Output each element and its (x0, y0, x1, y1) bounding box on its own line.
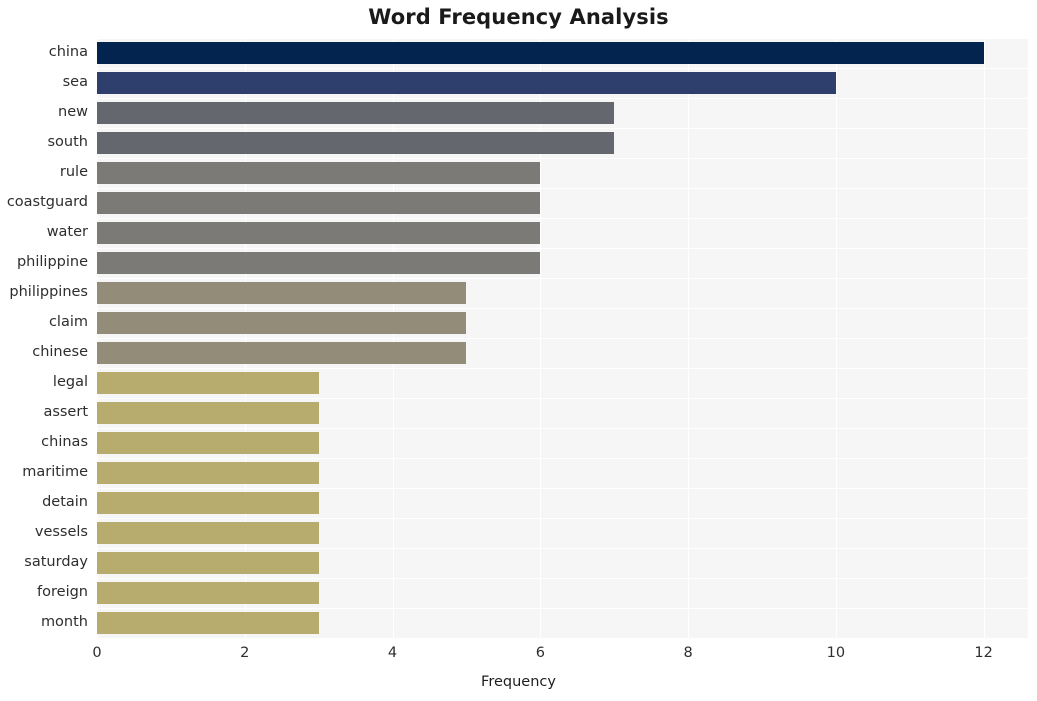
y-tick-label-maritime: maritime (22, 464, 88, 480)
y-tick-label-vessels: vessels (34, 524, 88, 540)
y-tick-label-assert: assert (43, 404, 88, 420)
y-tick-label-chinese: chinese (32, 344, 88, 360)
y-tick-label-new: new (58, 104, 88, 120)
y-tick-label-philippines: philippines (9, 284, 88, 300)
x-tick-label-8: 8 (683, 645, 693, 661)
x-tick-label-12: 12 (974, 645, 993, 661)
x-tick-label-10: 10 (826, 645, 846, 661)
y-tick-label-month: month (40, 614, 88, 630)
y-axis-tick-labels: china sea new south rule coastguard water phili… (0, 38, 1037, 638)
word-frequency-chart-figure: Word Frequency Analysis china sea new south… (0, 0, 1037, 701)
y-tick-label-chinas: chinas (41, 434, 88, 450)
chart-title: Word Frequency Analysis (368, 5, 669, 29)
y-tick-label-coastguard: coastguard (6, 194, 88, 210)
x-tick-label-4: 4 (387, 645, 398, 661)
x-axis-label: Frequency (481, 674, 556, 690)
x-axis-tick-labels: 0 2 4 6 8 10 12 (0, 645, 1037, 667)
y-tick-label-saturday: saturday (24, 554, 88, 570)
y-tick-label-claim: claim (48, 314, 88, 330)
y-tick-label-south: south (47, 134, 89, 150)
y-tick-label-detain: detain (42, 494, 88, 510)
y-tick-label-foreign: foreign (37, 584, 88, 600)
x-tick-label-2: 2 (240, 645, 250, 661)
y-tick-label-china: china (48, 44, 88, 60)
y-tick-label-sea: sea (62, 74, 88, 90)
y-tick-label-legal: legal (52, 374, 88, 390)
y-tick-label-philippine: philippine (16, 254, 88, 270)
y-tick-label-rule: rule (59, 164, 88, 180)
y-tick-label-water: water (46, 224, 88, 240)
x-tick-label-0: 0 (92, 645, 102, 661)
x-tick-label-6: 6 (535, 645, 545, 661)
